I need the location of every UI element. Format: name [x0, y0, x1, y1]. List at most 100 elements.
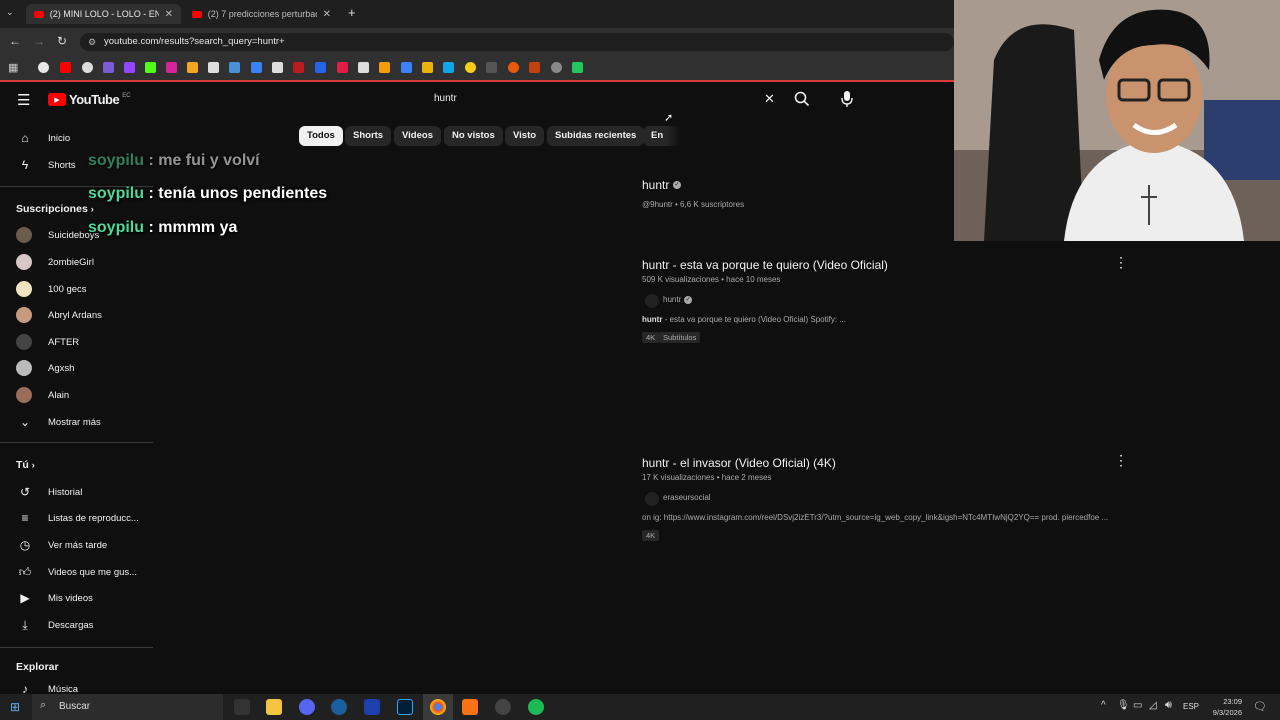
channel-name[interactable]: huntr — [642, 178, 669, 192]
playlist-icon: ≡ — [21, 511, 29, 525]
bookmark-icon[interactable] — [337, 62, 348, 73]
bookmark-icon[interactable] — [401, 62, 412, 73]
bookmark-icon[interactable] — [529, 62, 540, 73]
video-channel[interactable]: huntr — [663, 295, 681, 304]
bookmark-icon[interactable] — [465, 62, 476, 73]
bookmark-icon[interactable] — [422, 62, 433, 73]
sidebar-item-liked[interactable]: 👍︎ Videos que me gus... — [0, 559, 150, 585]
discord-icon[interactable] — [299, 699, 315, 715]
tab-active[interactable]: (2) MINI LOLO - LOLO - EN VIVO ✕ — [26, 4, 181, 24]
bookmark-icon[interactable] — [187, 62, 198, 73]
bookmark-icon[interactable] — [443, 62, 454, 73]
home-icon: ⌂ — [21, 131, 29, 145]
subscriptions-header[interactable]: Suscripciones › — [16, 203, 94, 215]
app-v-icon[interactable] — [364, 699, 380, 715]
sidebar-sub-item[interactable]: 100 gecs — [0, 276, 150, 302]
avatar[interactable] — [645, 492, 659, 506]
chip-visto[interactable]: Visto — [505, 126, 545, 146]
tab-inactive[interactable]: (2) 7 predicciones perturbadoras ✕ — [184, 4, 339, 24]
sidebar-item-my-videos[interactable]: ▶ Mis videos — [0, 585, 150, 611]
sidebar-sub-item[interactable]: AFTER — [0, 329, 150, 355]
site-info-icon[interactable]: ⚙ — [88, 33, 96, 51]
sidebar-sub-item[interactable]: Agxsh — [0, 355, 150, 381]
bookmark-icon[interactable] — [379, 62, 390, 73]
you-header[interactable]: Tú › — [16, 459, 35, 471]
volume-tray-icon[interactable]: 🔊︎ — [1165, 699, 1172, 712]
search-input[interactable]: huntr — [424, 87, 778, 111]
youtube-bookmark-icon[interactable] — [60, 62, 71, 73]
avatar — [16, 254, 32, 270]
chip-no-vistos[interactable]: No vistos — [444, 126, 503, 146]
microphone-tray-icon[interactable]: 🎙︎ — [1117, 700, 1130, 711]
chip-videos[interactable]: Videos — [394, 126, 441, 146]
youtube-logo[interactable]: ▶ YouTube EC — [48, 92, 131, 107]
chip-todos[interactable]: Todos — [299, 126, 343, 146]
fl-studio-icon[interactable] — [462, 699, 478, 715]
avatar[interactable] — [645, 294, 659, 308]
task-view-icon[interactable] — [234, 699, 250, 715]
sidebar-item-downloads[interactable]: ⤓ Descargas — [0, 612, 150, 638]
bookmark-icon[interactable] — [358, 62, 369, 73]
language-indicator[interactable]: ESP — [1183, 702, 1199, 711]
sidebar-item-historial[interactable]: ↺ Historial — [0, 479, 150, 505]
clear-search-icon[interactable]: ✕ — [764, 91, 775, 107]
network-tray-icon[interactable]: ▭ — [1133, 700, 1142, 711]
windows-start-icon[interactable]: ⊞ — [10, 700, 20, 714]
bookmark-icon[interactable] — [508, 62, 519, 73]
video-title[interactable]: huntr - esta va porque te quiero (Video … — [642, 258, 888, 272]
bookmark-icon[interactable] — [251, 62, 262, 73]
chevron-up-icon[interactable]: ^ — [1101, 700, 1106, 711]
microphone-icon[interactable] — [840, 90, 854, 108]
show-more-button[interactable]: ⌄ Mostrar más — [0, 409, 150, 435]
bookmark-icon[interactable] — [82, 62, 93, 73]
video-title[interactable]: huntr - el invasor (Video Oficial) (4K) — [642, 456, 836, 470]
chip-shorts[interactable]: Shorts — [345, 126, 392, 146]
bookmark-icon[interactable] — [229, 62, 240, 73]
clock[interactable]: 23:09 9/3/2026 — [1206, 696, 1242, 718]
steam-icon[interactable] — [331, 699, 347, 715]
sidebar-item-watch-later[interactable]: ◷ Ver más tarde — [0, 532, 150, 558]
bookmark-icon[interactable] — [272, 62, 283, 73]
tab-search-icon[interactable]: ⌄ — [6, 7, 14, 18]
chip-en-directo[interactable]: En dir — [643, 126, 681, 146]
bookmark-icon[interactable] — [486, 62, 497, 73]
google-bookmark-icon[interactable] — [38, 62, 49, 73]
sheets-bookmark-icon[interactable] — [572, 62, 583, 73]
back-icon[interactable]: ← — [9, 34, 21, 48]
new-tab-icon[interactable]: + — [348, 5, 356, 20]
chrome-taskbar-active[interactable] — [423, 694, 453, 720]
sidebar-sub-item[interactable]: Alain — [0, 382, 150, 408]
photoshop-icon[interactable] — [397, 699, 413, 715]
wifi-tray-icon[interactable]: ◿ — [1149, 700, 1157, 711]
bookmark-icon[interactable] — [293, 62, 304, 73]
bookmark-icon[interactable] — [551, 62, 562, 73]
close-icon[interactable]: ✕ — [165, 9, 173, 20]
chat-username: soypilu — [88, 152, 145, 169]
obs-icon[interactable] — [495, 699, 511, 715]
url-input[interactable]: ⚙ youtube.com/results?search_query=huntr… — [80, 33, 954, 51]
taskbar-search-input[interactable]: ⌕ Buscar — [32, 694, 223, 720]
video-channel[interactable]: eraseursocial — [663, 493, 711, 502]
sidebar-sub-item[interactable]: 2ombieGirl — [0, 249, 150, 275]
kick-bookmark-icon[interactable] — [145, 62, 156, 73]
twitch-bookmark-icon[interactable] — [124, 62, 135, 73]
instagram-bookmark-icon[interactable] — [166, 62, 177, 73]
sidebar-item-inicio[interactable]: ⌂ Inicio — [0, 125, 150, 151]
search-icon[interactable] — [794, 91, 810, 107]
sidebar-sub-item[interactable]: Abryl Ardans — [0, 302, 150, 328]
notifications-icon[interactable]: 🗨︎ — [1253, 700, 1267, 713]
bookmark-icon[interactable] — [315, 62, 326, 73]
more-options-icon[interactable]: ⋮ — [1114, 452, 1128, 469]
more-options-icon[interactable]: ⋮ — [1114, 254, 1128, 271]
file-explorer-icon[interactable] — [266, 699, 282, 715]
x-bookmark-icon[interactable] — [208, 62, 219, 73]
apps-grid-icon[interactable]: ▦ — [8, 61, 18, 74]
forward-icon[interactable]: → — [33, 34, 45, 48]
reload-icon[interactable]: ↻ — [57, 34, 67, 48]
close-icon[interactable]: ✕ — [323, 9, 331, 20]
chip-subidas-recientes[interactable]: Subidas recientes — [547, 126, 645, 146]
menu-icon[interactable]: ☰ — [17, 91, 30, 109]
spotify-icon[interactable] — [528, 699, 544, 715]
bookmark-icon[interactable] — [103, 62, 114, 73]
sidebar-item-playlists[interactable]: ≡ Listas de reproducc... — [0, 505, 150, 531]
